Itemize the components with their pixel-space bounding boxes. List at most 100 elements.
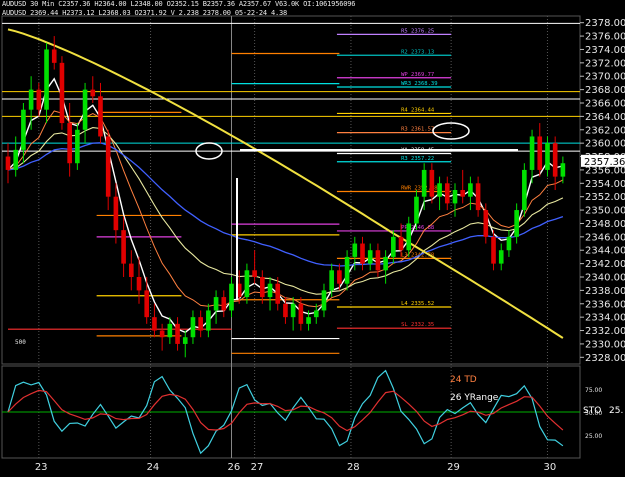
candle-body xyxy=(44,49,49,110)
y-tick-label: 2328.00 xyxy=(585,353,625,364)
yrange-label: 26 YRange xyxy=(450,393,499,403)
y-tick-label: 2378.00 xyxy=(585,18,625,29)
y-tick-label: 2362.00 xyxy=(585,125,625,136)
y-tick-label: 2338.00 xyxy=(585,286,625,297)
td-label: 24 TD xyxy=(450,375,477,385)
candle-body xyxy=(229,283,234,311)
candle-body xyxy=(105,136,111,197)
candle-body xyxy=(375,250,381,271)
candle-body xyxy=(5,156,11,170)
pivot-label: R3 2357.22 xyxy=(401,156,434,162)
candle-body xyxy=(537,136,543,170)
candle-body xyxy=(306,317,311,324)
candle-body xyxy=(152,317,157,331)
candle-body xyxy=(252,270,257,277)
x-tick-label: 23 xyxy=(35,462,48,473)
candle-body xyxy=(460,190,466,197)
candle-body xyxy=(475,183,481,211)
candle-body xyxy=(198,317,203,331)
candle-body xyxy=(190,317,196,338)
candle-body xyxy=(383,256,388,271)
candle-body xyxy=(367,250,373,264)
y-tick-label: 2354.00 xyxy=(585,179,625,190)
last-price-label: 2357.36 xyxy=(584,157,625,168)
price-chart[interactable]: R5 2376.25 R2 2373.13 WP 2369.77 WR3 2368.3… xyxy=(0,0,625,477)
candle-body xyxy=(182,337,188,344)
indicator-tick-label: 75.00 xyxy=(585,387,602,394)
candle-body xyxy=(59,62,65,124)
candle-body xyxy=(437,183,442,197)
pivot-label: WR3 2368.39 xyxy=(401,81,437,87)
x-tick-label: 29 xyxy=(447,462,460,473)
y-tick-label: 2350.00 xyxy=(585,206,625,217)
candle-body xyxy=(414,196,419,224)
candle-body xyxy=(313,310,319,318)
candle-body xyxy=(159,330,165,338)
candle-body xyxy=(90,89,96,97)
candle-body xyxy=(267,283,273,298)
candle-body xyxy=(244,270,250,298)
candle-body xyxy=(421,169,427,197)
candle-body xyxy=(545,143,550,170)
y-tick-label: 2372.00 xyxy=(585,58,625,69)
candle-body xyxy=(275,283,281,304)
candle-body xyxy=(121,230,126,264)
left-axis-label: 500 xyxy=(15,339,26,346)
y-tick-label: 2368.00 xyxy=(585,85,625,96)
candle-body xyxy=(468,183,473,197)
candle-body xyxy=(498,250,504,264)
candle-body xyxy=(136,277,142,291)
candle-body xyxy=(82,89,88,130)
y-tick-label: 2366.00 xyxy=(585,99,625,110)
candle-body xyxy=(321,290,327,311)
sto-label: STO xyxy=(583,406,602,416)
x-tick-label: 27 xyxy=(251,462,264,473)
y-tick-label: 2336.00 xyxy=(585,299,625,310)
candle-body xyxy=(491,236,496,264)
candle-body xyxy=(221,297,227,311)
candle-body xyxy=(28,89,34,110)
y-tick-label: 2370.00 xyxy=(585,72,625,83)
pivot-label: L4 2335.52 xyxy=(401,301,434,307)
candle-body xyxy=(552,143,558,177)
moving-average-line xyxy=(7,127,564,295)
x-tick-label: 24 xyxy=(147,462,160,473)
candle-body xyxy=(51,49,57,63)
candle-body xyxy=(560,163,566,177)
candle-body xyxy=(36,89,42,110)
pivot-label: SL 2332.35 xyxy=(401,322,434,328)
candle-body xyxy=(329,270,334,291)
candle-body xyxy=(298,303,304,324)
candle-body xyxy=(144,290,150,318)
y-tick-label: 2374.00 xyxy=(585,45,625,56)
candle-body xyxy=(283,303,288,318)
y-tick-label: 2360.00 xyxy=(585,139,625,150)
y-tick-label: 2364.00 xyxy=(585,112,625,123)
candle-body xyxy=(67,123,72,164)
y-tick-label: 2348.00 xyxy=(585,219,625,230)
candle-body xyxy=(352,243,358,257)
y-tick-label: 2376.00 xyxy=(585,32,625,43)
candle-body xyxy=(206,310,211,331)
candle-body xyxy=(529,136,535,170)
x-tick-label: 30 xyxy=(543,462,556,473)
y-tick-label: 2334.00 xyxy=(585,313,625,324)
candle-body xyxy=(167,323,173,338)
sto-value: 25. xyxy=(609,406,624,416)
candle-body xyxy=(398,236,404,251)
y-tick-label: 2342.00 xyxy=(585,259,625,270)
candle-body xyxy=(360,243,365,264)
candle-body xyxy=(452,190,458,204)
candle-body xyxy=(391,236,396,257)
pivot-label: R3 2361.57 xyxy=(401,127,434,133)
candle-body xyxy=(128,263,134,277)
candle-body xyxy=(113,196,119,231)
header-line-2: AUDUSD 2369.44 H2373.12 L2368.03 O2371.9… xyxy=(2,9,288,17)
candle-body xyxy=(260,277,265,298)
y-tick-label: 2330.00 xyxy=(585,339,625,350)
candle-body xyxy=(406,223,412,251)
y-tick-label: 2332.00 xyxy=(585,326,625,337)
candle-body xyxy=(429,169,435,197)
y-tick-label: 2344.00 xyxy=(585,246,625,257)
indicator-tick-label: 25.00 xyxy=(585,433,602,440)
